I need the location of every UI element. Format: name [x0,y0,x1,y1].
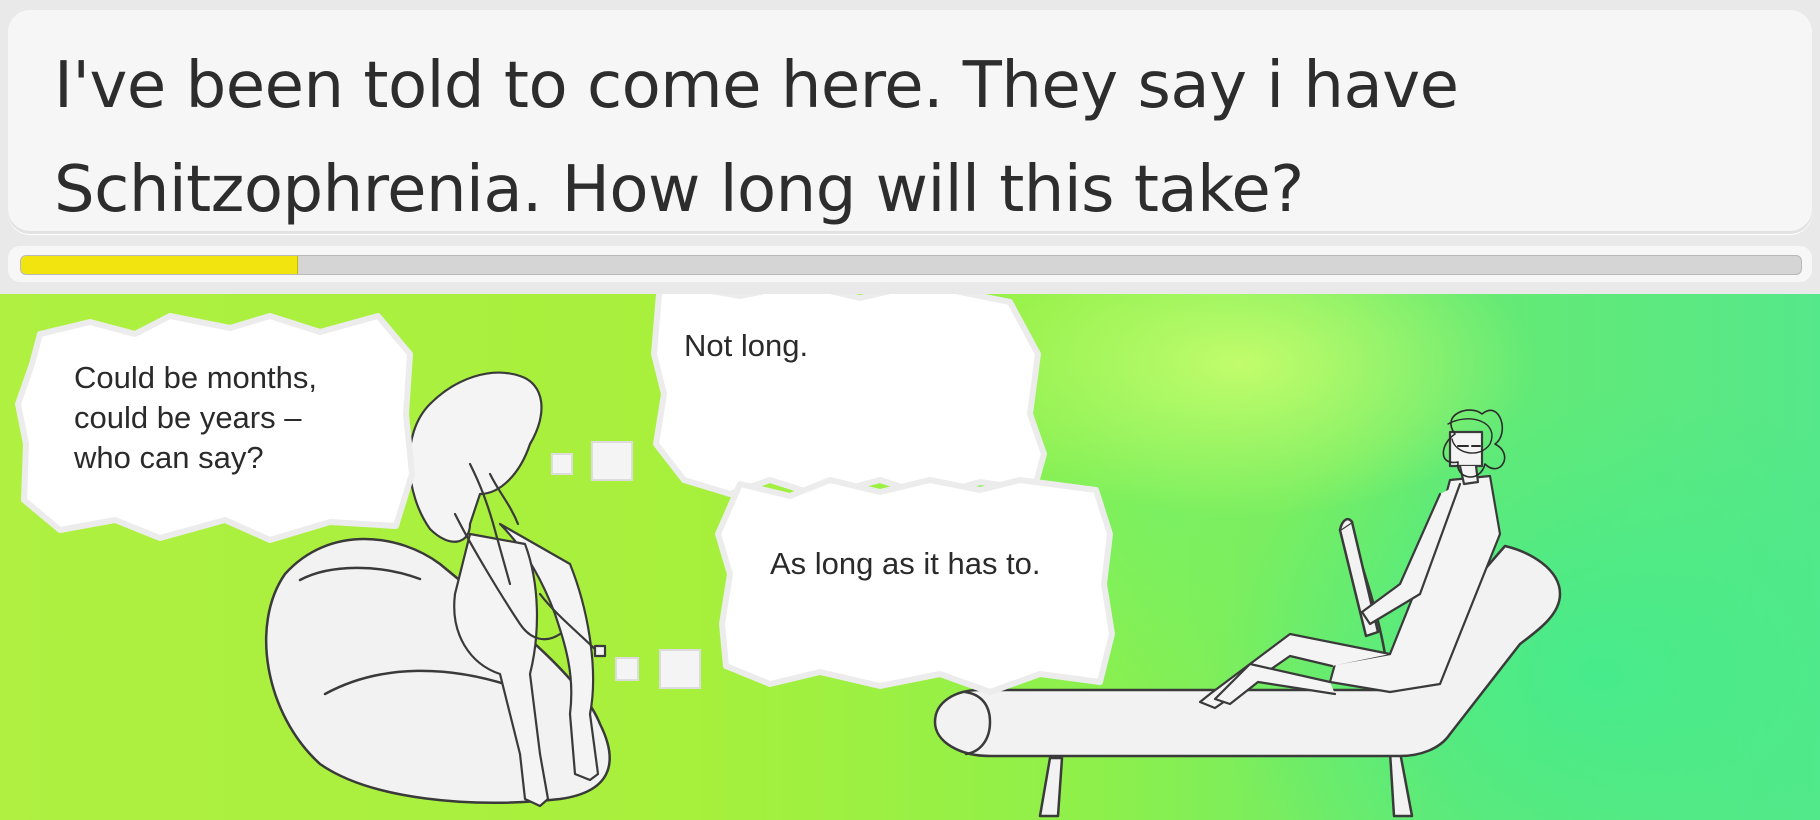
thought-dots-upper [551,441,633,481]
choice-2-text[interactable]: Not long. [684,326,984,366]
progress-track [20,255,1802,275]
choice-3-text[interactable]: As long as it has to. [770,544,1110,584]
choice-2-line-1: Not long. [684,328,809,363]
choice-option-3[interactable] [720,484,1110,684]
dialogue-text: I've been told to come here. They say i … [54,34,1754,242]
progress-fill [21,256,298,274]
dialogue-line-2: Schitzophrenia. How long will this take? [54,153,1304,227]
choice-option-2[interactable] [656,294,1042,494]
choice-3-line-1: As long as it has to. [770,546,1041,581]
dialogue-line-1: I've been told to come here. They say i … [54,49,1459,123]
choice-1-line-3: who can say? [74,440,264,475]
thought-dots-lower [615,649,701,689]
choice-1-line-1: Could be months, [74,360,317,395]
dialogue-box: I've been told to come here. They say i … [8,10,1812,234]
progress-bar [8,246,1812,282]
choice-1-line-2: could be years – [74,400,302,435]
choice-1-text[interactable]: Could be months, could be years – who ca… [74,358,394,478]
